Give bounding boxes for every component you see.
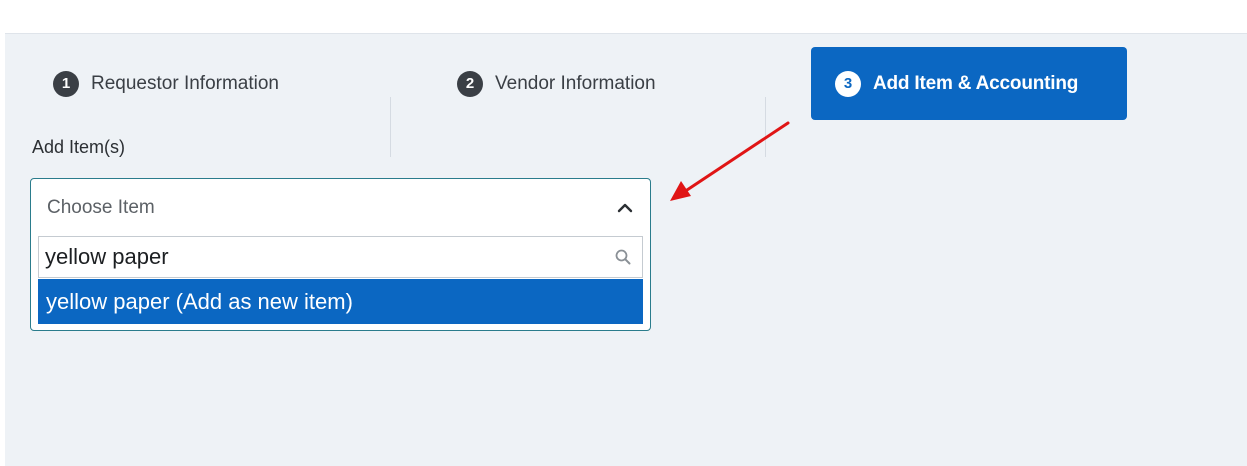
step-label: Add Item & Accounting — [873, 72, 1079, 94]
step-requestor-information[interactable]: 1 Requestor Information — [53, 47, 279, 120]
step-number-badge: 1 — [53, 70, 79, 97]
step-add-item-accounting[interactable]: 3 Add Item & Accounting — [811, 47, 1127, 120]
add-items-label: Add Item(s) — [32, 137, 126, 157]
item-search-box — [38, 236, 643, 278]
step-number-badge: 2 — [457, 70, 483, 97]
annotation-arrow — [670, 121, 790, 201]
select-placeholder: Choose Item — [47, 197, 155, 218]
step-divider — [390, 97, 391, 157]
step-label: Requestor Information — [91, 72, 279, 94]
step-vendor-information[interactable]: 2 Vendor Information — [457, 47, 656, 120]
choose-item-dropdown[interactable]: Choose Item yellow paper (Add as new ite… — [30, 178, 651, 331]
step-number-badge: 3 — [835, 70, 861, 97]
wizard-steps: 1 Requestor Information 2 Vendor Informa… — [0, 47, 1247, 157]
chevron-up-icon[interactable] — [616, 199, 634, 217]
dropdown-option-add-new-item[interactable]: yellow paper (Add as new item) — [38, 279, 643, 324]
search-icon — [615, 249, 631, 265]
choose-item-select[interactable]: Choose Item — [31, 179, 650, 237]
page: 1 Requestor Information 2 Vendor Informa… — [0, 0, 1247, 466]
item-search-input[interactable] — [39, 237, 607, 277]
step-label: Vendor Information — [495, 72, 656, 94]
